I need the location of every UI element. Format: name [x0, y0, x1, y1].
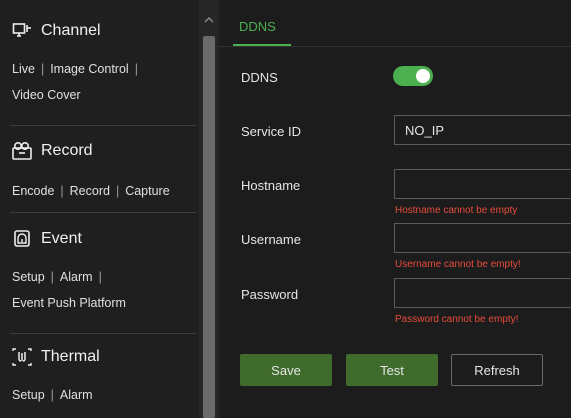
- divider: [10, 125, 196, 126]
- separator: |: [50, 270, 54, 284]
- toggle-knob: [416, 69, 430, 83]
- video-cover-link[interactable]: Video Cover: [12, 88, 81, 102]
- thermal-setup-link[interactable]: Setup: [12, 388, 45, 402]
- image-control-link[interactable]: Image Control: [50, 62, 129, 76]
- sidebar: Channel Live | Image Control | Video Cover …: [0, 0, 198, 418]
- record-header[interactable]: Record: [0, 136, 198, 166]
- event-title: Event: [41, 230, 82, 247]
- thermal-icon: [11, 346, 33, 368]
- thermal-alarm-link[interactable]: Alarm: [60, 388, 93, 402]
- thermal-header[interactable]: Thermal: [0, 342, 198, 372]
- ddns-label: DDNS: [241, 70, 278, 85]
- sidebar-scrollbar[interactable]: [199, 0, 219, 418]
- separator: |: [98, 270, 102, 284]
- service-id-field[interactable]: [394, 115, 571, 145]
- password-field[interactable]: [394, 278, 571, 308]
- ddns-toggle[interactable]: [393, 66, 433, 86]
- tab-ddns[interactable]: DDNS: [233, 12, 291, 46]
- event-links: Setup | Alarm | Event Push Platform: [0, 264, 198, 316]
- password-label: Password: [241, 287, 299, 302]
- username-error: Username cannot be empty!: [395, 259, 521, 270]
- separator: |: [40, 62, 45, 76]
- tab-divider: [219, 46, 571, 47]
- event-section: Event Setup | Alarm | Event Push Platform: [0, 224, 198, 316]
- channel-header[interactable]: Channel: [0, 16, 198, 46]
- service-id-label: Service ID: [241, 124, 301, 139]
- thermal-title: Thermal: [41, 348, 100, 365]
- test-button[interactable]: Test: [346, 354, 438, 386]
- separator: |: [134, 62, 138, 76]
- hostname-error: Hostname cannot be empty: [395, 205, 518, 216]
- save-button[interactable]: Save: [240, 354, 332, 386]
- alarm-link[interactable]: Alarm: [60, 270, 93, 284]
- monitor-icon: [11, 20, 33, 42]
- tab-ddns-label: DDNS: [239, 19, 276, 34]
- setup-link[interactable]: Setup: [12, 270, 45, 284]
- main-panel: DDNS DDNS Service ID Hostname Hostname c…: [219, 0, 571, 418]
- divider: [10, 333, 196, 334]
- record-link[interactable]: Record: [70, 184, 110, 198]
- username-label: Username: [241, 232, 301, 247]
- event-header[interactable]: Event: [0, 224, 198, 254]
- channel-section: Channel Live | Image Control | Video Cover: [0, 16, 198, 108]
- record-section: Record Encode | Record | Capture: [0, 136, 198, 204]
- encode-link[interactable]: Encode: [12, 184, 54, 198]
- separator: |: [115, 184, 120, 198]
- refresh-button[interactable]: Refresh: [451, 354, 543, 386]
- password-error: Password cannot be empty!: [395, 314, 519, 325]
- thermal-section: Thermal Setup | Alarm: [0, 342, 198, 408]
- live-link[interactable]: Live: [12, 62, 35, 76]
- divider: [10, 212, 196, 213]
- record-title: Record: [41, 142, 93, 159]
- username-field[interactable]: [394, 223, 571, 253]
- hostname-field[interactable]: [394, 169, 571, 199]
- thermal-links: Setup | Alarm: [0, 382, 198, 408]
- separator: |: [60, 184, 64, 198]
- channel-links: Live | Image Control | Video Cover: [0, 56, 198, 108]
- event-push-platform-link[interactable]: Event Push Platform: [12, 296, 126, 310]
- capture-link[interactable]: Capture: [125, 184, 169, 198]
- scrollbar-thumb[interactable]: [203, 36, 215, 418]
- channel-title: Channel: [41, 22, 101, 39]
- hostname-label: Hostname: [241, 178, 301, 193]
- record-icon: [11, 140, 33, 162]
- record-links: Encode | Record | Capture: [0, 178, 198, 204]
- alarm-bell-icon: [11, 228, 33, 250]
- separator: |: [50, 388, 54, 402]
- scroll-up-icon[interactable]: [204, 12, 214, 23]
